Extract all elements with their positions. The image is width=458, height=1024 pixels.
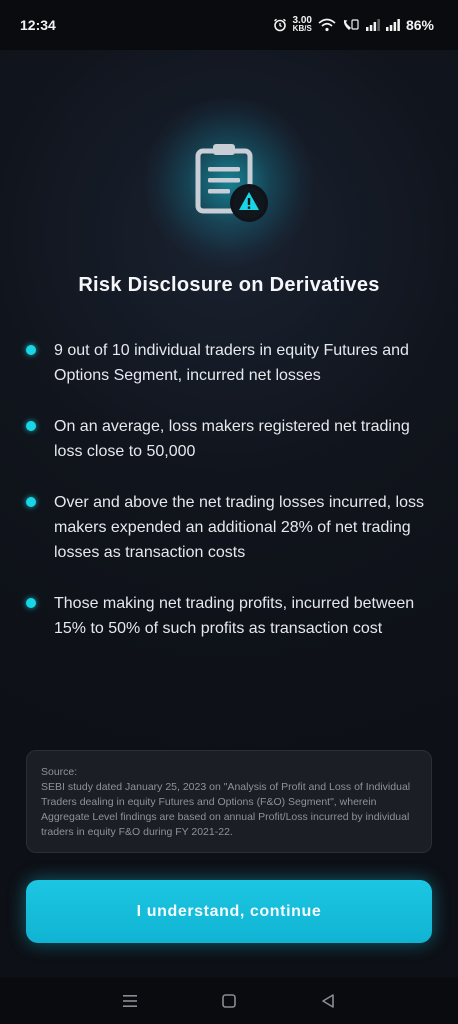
- alarm-icon: [273, 18, 286, 32]
- battery-percent: 86%: [405, 17, 434, 33]
- disclosure-text: Those making net trading profits, incurr…: [54, 595, 415, 637]
- bullet-dot: [26, 497, 36, 507]
- home-icon: [222, 993, 236, 1008]
- source-label: Source:: [41, 766, 78, 778]
- header-icon-container: [144, 97, 314, 267]
- net-speed-unit: KB/S: [292, 24, 312, 33]
- source-note: Source: SEBI study dated January 25, 202…: [26, 750, 432, 853]
- disclosure-text: On an average, loss makers registered ne…: [54, 418, 410, 460]
- volte-call-icon: [343, 19, 359, 30]
- signal-icon-2: [385, 19, 400, 31]
- signal-icon: [365, 19, 380, 31]
- clipboard-warning-icon: [195, 144, 268, 222]
- bullet-dot: [26, 345, 36, 355]
- wifi-icon: [318, 18, 336, 32]
- risk-disclosure-screen: Risk Disclosure on Derivatives 9 out of …: [0, 50, 458, 977]
- home-button[interactable]: [217, 989, 241, 1013]
- list-item: Over and above the net trading losses in…: [26, 490, 436, 565]
- menu-icon: [122, 994, 137, 1007]
- net-speed: 3.00 KB/S: [292, 16, 312, 33]
- disclosure-list: 9 out of 10 individual traders in equity…: [26, 338, 436, 667]
- list-item: On an average, loss makers registered ne…: [26, 414, 436, 464]
- bullet-dot: [26, 421, 36, 431]
- continue-button[interactable]: I understand, continue: [26, 880, 432, 943]
- recent-apps-button[interactable]: [118, 989, 142, 1013]
- page-title: Risk Disclosure on Derivatives: [78, 274, 380, 296]
- status-icons: 3.00 KB/S 86%: [273, 16, 434, 33]
- list-item: 9 out of 10 individual traders in equity…: [26, 338, 436, 388]
- status-bar: 12:34 3.00 KB/S 86%: [0, 0, 458, 50]
- source-text: SEBI study dated January 25, 2023 on "An…: [41, 781, 411, 838]
- back-icon: [322, 993, 335, 1008]
- status-time: 12:34: [20, 17, 56, 33]
- disclosure-text: Over and above the net trading losses in…: [54, 494, 424, 561]
- bullet-dot: [26, 598, 36, 608]
- back-button[interactable]: [316, 989, 340, 1013]
- list-item: Those making net trading profits, incurr…: [26, 591, 436, 641]
- disclosure-text: 9 out of 10 individual traders in equity…: [54, 342, 409, 384]
- system-nav-bar: [0, 977, 458, 1024]
